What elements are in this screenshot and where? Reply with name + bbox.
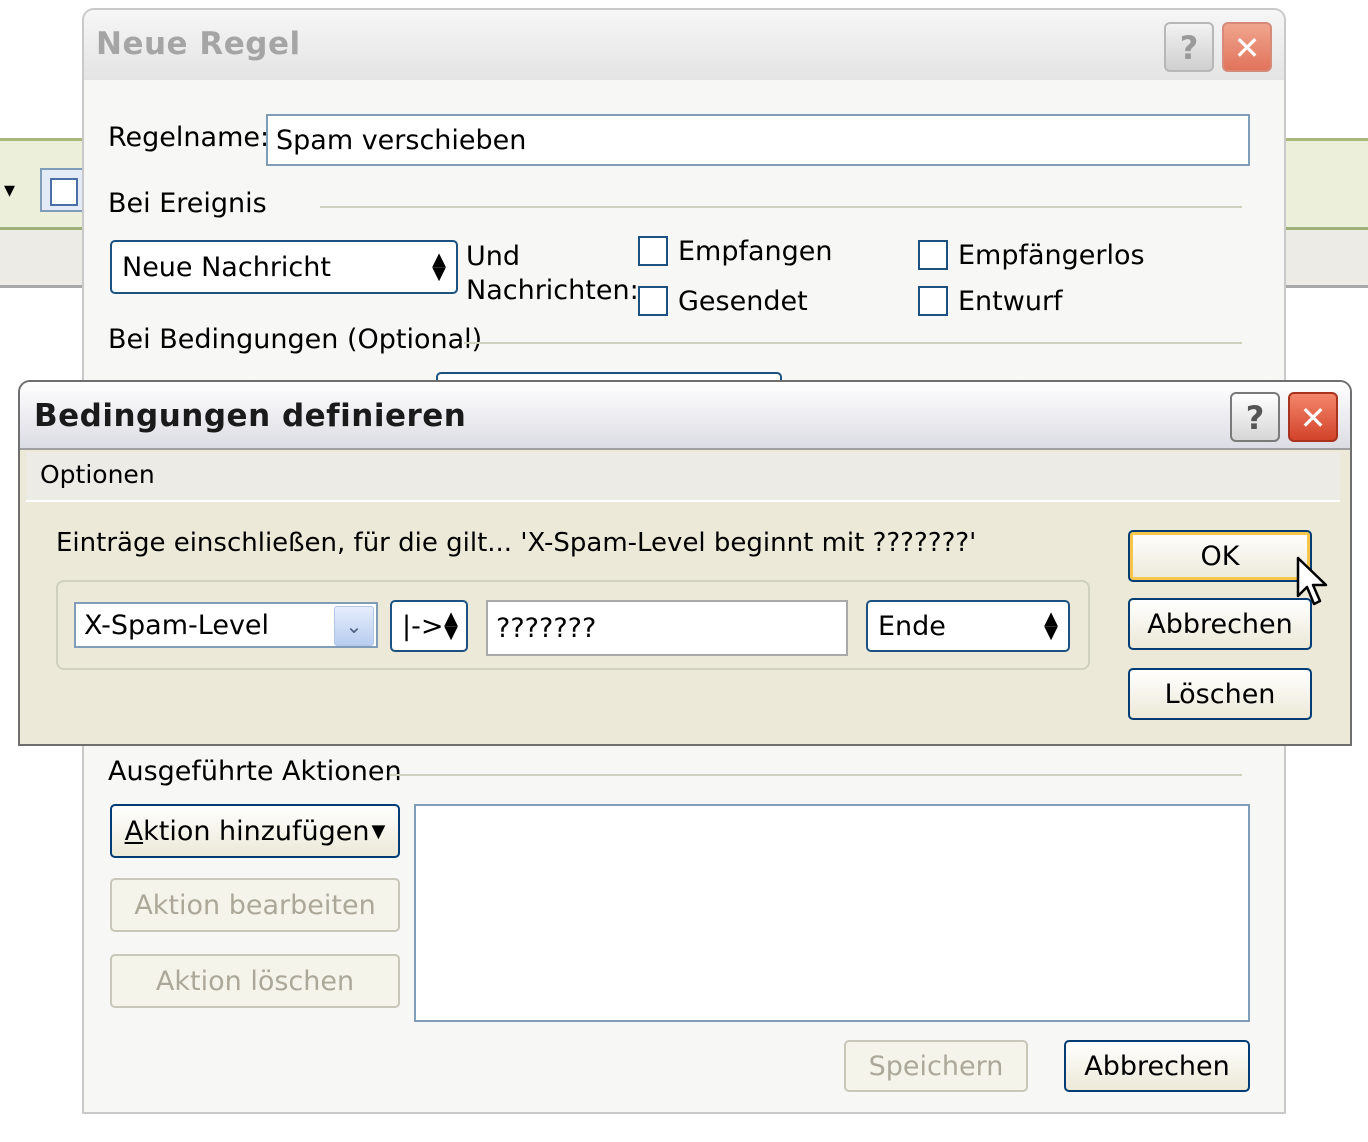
received-label: Empfangen [678,236,833,267]
end-select-value: Ende [878,610,946,642]
draft-label: Entwurf [958,286,1063,317]
cancel-button[interactable]: Abbrechen [1064,1040,1250,1092]
field-combo-value: X-Spam-Level [84,609,270,641]
sent-label: Gesendet [678,286,808,317]
event-section-label: Bei Ereignis [108,188,267,219]
operator-select[interactable]: |-> ▲ ▼ [390,600,468,652]
add-action-label: ktion hinzufügen [143,815,370,847]
menu-options[interactable]: Optionen [40,460,155,489]
delete-action-button[interactable]: Aktion löschen [110,954,400,1008]
value-input[interactable]: ??????? [486,600,848,656]
add-action-accel: A [124,815,144,847]
chevron-down-icon: ▼ [371,820,386,842]
and-label-line2: Nachrichten: [466,275,639,306]
dialog-menubar [26,452,1340,502]
updown-arrows-icon: ▲ ▼ [444,608,458,643]
received-checkbox[interactable] [638,236,668,266]
sent-checkbox[interactable] [638,286,668,316]
toolbar-app-icon[interactable] [40,168,84,212]
edit-action-button[interactable]: Aktion bearbeiten [110,878,400,932]
close-icon[interactable]: ✕ [1222,22,1272,72]
save-button[interactable]: Speichern [844,1040,1028,1092]
updown-arrows-icon: ▲ ▼ [1044,608,1058,643]
separator [390,774,1242,776]
conditions-optional-label: (Optional) [346,324,483,355]
updown-arrows-icon: ▲ ▼ [432,249,446,284]
dialog-cancel-button[interactable]: Abbrechen [1128,598,1312,650]
separator [464,342,1242,344]
event-select[interactable]: Neue Nachricht ▲ ▼ [110,240,458,294]
draft-checkbox[interactable] [918,286,948,316]
field-combo[interactable]: X-Spam-Level ⌄ [74,602,378,648]
chevron-down-icon[interactable]: ▾ [4,178,15,203]
condition-description: Einträge einschließen, für die gilt... '… [56,528,977,558]
delete-condition-button[interactable]: Löschen [1128,668,1312,720]
actions-list[interactable] [414,804,1250,1022]
help-icon[interactable]: ? [1164,22,1214,72]
help-icon[interactable]: ? [1230,392,1280,442]
no-recipient-checkbox[interactable] [918,240,948,270]
and-messages-label: Und Nachrichten: [466,240,639,308]
event-select-value: Neue Nachricht [122,251,331,283]
conditions-section-label: Bei Bedingungen (Optional) [108,324,482,355]
rule-name-input[interactable]: Spam verschieben [266,114,1250,166]
add-action-button[interactable]: Aktion hinzufügen ▼ [110,804,400,858]
dialog-title: Bedingungen definieren [34,398,467,434]
and-label-line1: Und [466,241,521,272]
end-select[interactable]: Ende ▲ ▼ [866,600,1070,652]
operator-select-value: |-> [402,610,444,642]
rule-name-label: Regelname: [108,122,270,153]
close-icon[interactable]: ✕ [1288,392,1338,442]
separator [320,206,1242,208]
window-title: Neue Regel [96,26,301,62]
no-recipient-label: Empfängerlos [958,240,1145,271]
actions-section-label: Ausgeführte Aktionen [108,756,402,787]
ok-button[interactable]: OK [1128,530,1312,582]
chevron-down-icon[interactable]: ⌄ [334,606,374,646]
conditions-label: Bei Bedingungen [108,324,339,355]
mouse-cursor-icon [1296,556,1328,606]
